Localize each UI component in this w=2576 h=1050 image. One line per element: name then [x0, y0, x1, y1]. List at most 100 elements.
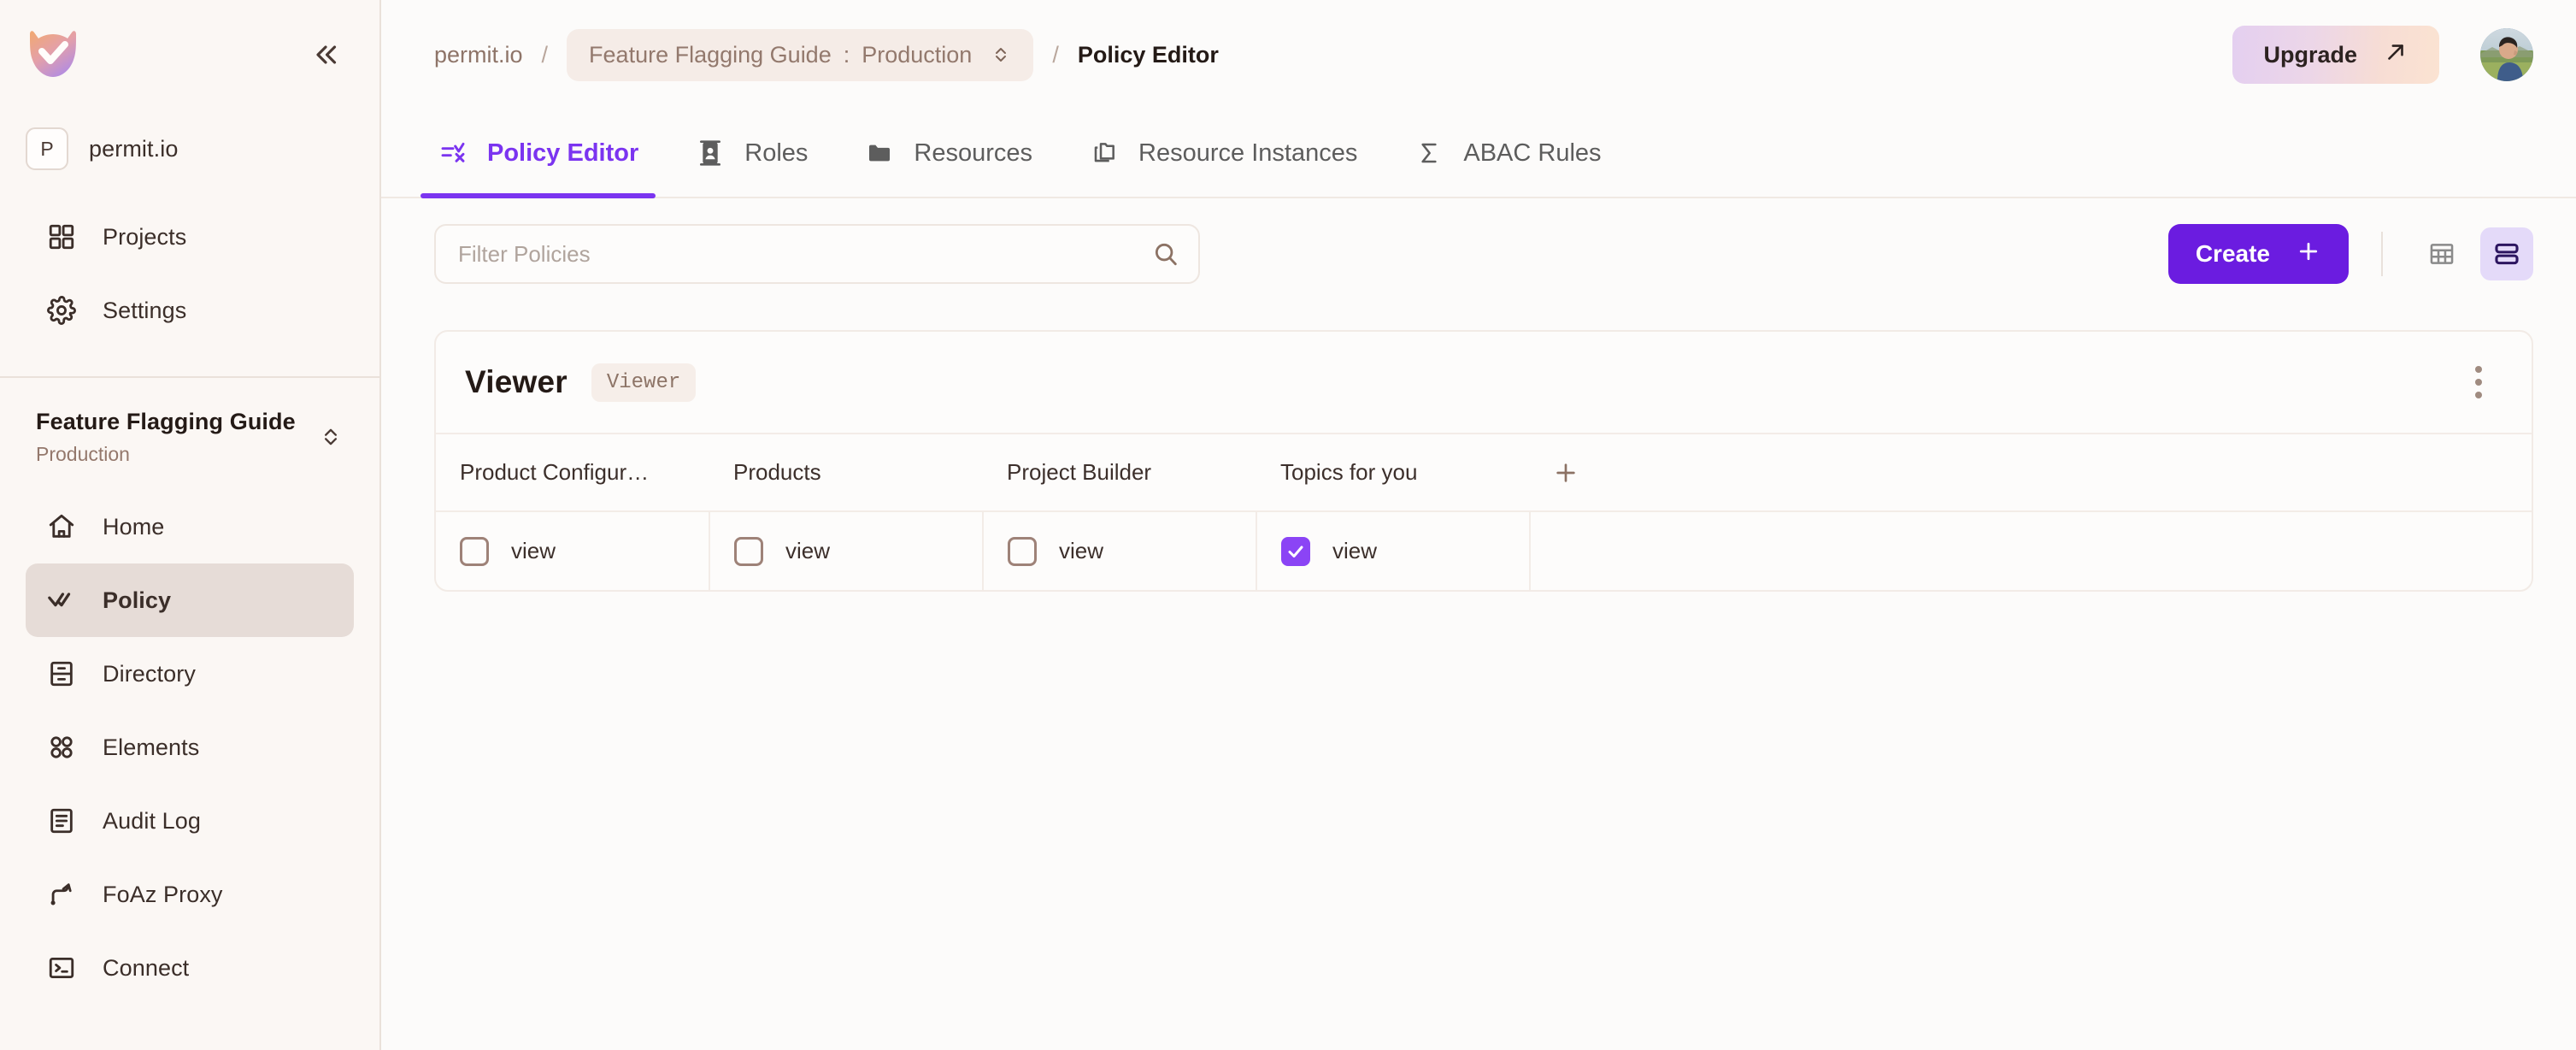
- row-spacer-cell: [1530, 511, 1615, 590]
- search-input[interactable]: [434, 224, 1200, 284]
- permit-logo-icon[interactable]: [26, 27, 80, 82]
- matrix-column-header[interactable]: Topics for you: [1256, 434, 1530, 511]
- breadcrumb-colon: :: [832, 42, 862, 68]
- sidebar-item-connect[interactable]: Connect: [26, 931, 354, 1005]
- table-row: view view: [436, 511, 2532, 590]
- tab-policy-editor[interactable]: Policy Editor: [434, 109, 642, 197]
- arrow-up-right-icon: [2383, 39, 2408, 71]
- sidebar-item-policy[interactable]: Policy: [26, 563, 354, 637]
- org-badge: P: [26, 127, 68, 170]
- chevron-up-down-icon[interactable]: [316, 422, 345, 451]
- permission-toggle-view[interactable]: view: [1281, 537, 1377, 566]
- tab-resource-instances[interactable]: Resource Instances: [1085, 109, 1361, 197]
- sidebar-item-label: Projects: [103, 224, 186, 251]
- sidebar: P permit.io Projects: [0, 0, 381, 1050]
- project-switcher[interactable]: Feature Flagging Guide Production: [0, 378, 379, 478]
- gear-icon: [44, 293, 79, 327]
- matrix-header-row: Product Configur… Products Project Build…: [436, 434, 2532, 511]
- search-icon[interactable]: [1150, 239, 1181, 269]
- policy-editor-icon: [438, 138, 468, 168]
- permission-label: view: [1059, 538, 1103, 564]
- avatar[interactable]: [2480, 28, 2533, 81]
- sidebar-item-label: Settings: [103, 298, 186, 324]
- permission-label: view: [1332, 538, 1377, 564]
- create-button[interactable]: Create: [2168, 224, 2349, 284]
- org-name: permit.io: [89, 136, 178, 162]
- policy-key-badge: Viewer: [591, 363, 696, 402]
- content-area: Viewer Viewer Product Configur… Prod: [381, 310, 2576, 1050]
- toolbar-divider: [2381, 232, 2383, 276]
- breadcrumb-project: Feature Flagging Guide: [589, 42, 832, 68]
- tab-label: Roles: [744, 139, 808, 168]
- breadcrumb-org[interactable]: permit.io: [434, 42, 523, 68]
- top-bar-actions: Upgrade: [2232, 26, 2533, 84]
- sidebar-item-projects[interactable]: Projects: [26, 200, 354, 274]
- directory-icon: [44, 657, 79, 691]
- upgrade-label: Upgrade: [2263, 42, 2357, 68]
- plus-icon[interactable]: [1549, 456, 1583, 490]
- tab-roles[interactable]: Roles: [691, 109, 811, 197]
- permission-cell: view: [1256, 511, 1530, 590]
- sidebar-item-directory[interactable]: Directory: [26, 637, 354, 711]
- permission-cell: view: [436, 511, 709, 590]
- elements-dots-icon: [44, 730, 79, 764]
- permission-toggle-view[interactable]: view: [1008, 537, 1103, 566]
- view-grid-button[interactable]: [2415, 227, 2468, 280]
- sidebar-item-label: Policy: [103, 587, 171, 614]
- chevrons-left-icon[interactable]: [303, 32, 349, 78]
- checkbox[interactable]: [460, 537, 489, 566]
- policy-toolbar: Create: [381, 198, 2576, 310]
- audit-log-icon: [44, 804, 79, 838]
- sidebar-item-label: Connect: [103, 955, 189, 982]
- upgrade-button[interactable]: Upgrade: [2232, 26, 2439, 84]
- toolbar-actions: Create: [2168, 224, 2533, 284]
- top-bar: permit.io / Feature Flagging Guide : Pro…: [381, 0, 2576, 109]
- matrix-column-header[interactable]: Project Builder: [983, 434, 1256, 511]
- breadcrumb-env-chip[interactable]: Feature Flagging Guide : Production: [567, 29, 1033, 81]
- sidebar-main-nav: Home Policy: [0, 478, 379, 1005]
- sidebar-item-audit-log[interactable]: Audit Log: [26, 784, 354, 858]
- row-spacer-cell: [1615, 511, 2532, 590]
- checkbox[interactable]: [1281, 537, 1310, 566]
- org-switcher[interactable]: P permit.io: [0, 109, 379, 188]
- policy-checks-icon: [44, 583, 79, 617]
- main-area: permit.io / Feature Flagging Guide : Pro…: [381, 0, 2576, 1050]
- sigma-icon: [1414, 138, 1444, 168]
- sidebar-item-label: FoAz Proxy: [103, 882, 223, 908]
- project-name: Feature Flagging Guide: [36, 409, 296, 435]
- kebab-menu-icon[interactable]: [2455, 358, 2502, 406]
- sidebar-header: [0, 0, 379, 109]
- matrix-column-header[interactable]: Product Configur…: [436, 434, 709, 511]
- tab-label: Resource Instances: [1138, 139, 1357, 168]
- permission-toggle-view[interactable]: view: [734, 537, 830, 566]
- page-title: Policy Editor: [1078, 42, 1219, 68]
- view-list-button[interactable]: [2480, 227, 2533, 280]
- sidebar-item-home[interactable]: Home: [26, 490, 354, 563]
- sidebar-item-elements[interactable]: Elements: [26, 711, 354, 784]
- permission-label: view: [785, 538, 830, 564]
- permission-toggle-view[interactable]: view: [460, 537, 556, 566]
- sidebar-top-nav: Projects Settings: [0, 188, 379, 347]
- policy-title: Viewer: [465, 364, 568, 400]
- tab-resources[interactable]: Resources: [861, 109, 1036, 197]
- breadcrumb-environment: Production: [862, 42, 972, 68]
- permission-cell: view: [983, 511, 1256, 590]
- breadcrumb-separator: /: [1033, 42, 1078, 68]
- search-field-wrapper: [434, 224, 1200, 284]
- table-grid-icon: [2427, 239, 2456, 268]
- chevron-up-down-icon: [991, 44, 1011, 65]
- sidebar-item-settings[interactable]: Settings: [26, 274, 354, 347]
- breadcrumb-separator: /: [523, 42, 568, 68]
- proxy-arrow-icon: [44, 877, 79, 911]
- folder-icon: [864, 138, 895, 168]
- list-rows-icon: [2492, 239, 2521, 268]
- tab-abac-rules[interactable]: ABAC Rules: [1410, 109, 1604, 197]
- matrix-column-header[interactable]: Products: [709, 434, 983, 511]
- sidebar-item-foaz-proxy[interactable]: FoAz Proxy: [26, 858, 354, 931]
- app-root: P permit.io Projects: [0, 0, 2576, 1050]
- tab-label: ABAC Rules: [1463, 139, 1601, 168]
- checkbox[interactable]: [1008, 537, 1037, 566]
- tab-label: Policy Editor: [487, 139, 638, 168]
- checkbox[interactable]: [734, 537, 763, 566]
- add-resource-column-header: [1530, 434, 1615, 511]
